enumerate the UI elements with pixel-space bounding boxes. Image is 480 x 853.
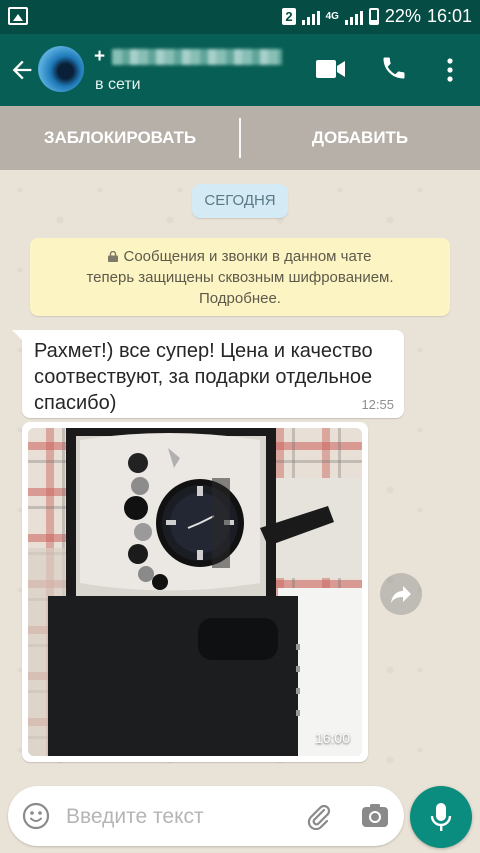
unknown-contact-actions: ЗАБЛОКИРОВАТЬ ДОБАВИТЬ [0, 106, 480, 170]
battery-percent: 22% [384, 6, 421, 26]
more-options-icon[interactable] [440, 56, 460, 84]
contact-name-prefix: + [94, 46, 107, 67]
encryption-notice-learn-more[interactable]: Подробнее. [30, 288, 450, 309]
encryption-notice-line2: теперь защищены сквозным шифрованием. [86, 269, 394, 286]
status-bar: 2 4G 22% 16:01 [0, 0, 480, 34]
emoji-icon[interactable] [22, 802, 50, 830]
date-chip: СЕГОДНЯ [192, 184, 288, 218]
forward-icon [391, 586, 411, 603]
block-button[interactable]: ЗАБЛОКИРОВАТЬ [0, 106, 240, 170]
clock: 16:01 [426, 6, 472, 26]
signal-icon [301, 9, 320, 25]
watch-gift-box-photo [28, 428, 362, 756]
contact-avatar[interactable] [38, 46, 84, 92]
back-arrow-icon[interactable] [8, 56, 36, 84]
lock-icon [108, 251, 119, 262]
gallery-notification-icon [8, 7, 28, 25]
incoming-image-message[interactable]: 16:00 [22, 422, 368, 762]
encryption-notice-line1: Сообщения и звонки в данном чате [30, 246, 450, 267]
photo-time: 16:00 [314, 730, 350, 746]
phone-call-icon[interactable] [380, 54, 408, 82]
photo-thumbnail[interactable]: 16:00 [28, 428, 362, 756]
contact-name[interactable]: + [94, 46, 283, 68]
battery-icon [368, 8, 379, 25]
redacted-phone-number [112, 48, 283, 65]
microphone-icon [430, 803, 452, 831]
encryption-notice[interactable]: Сообщения и звонки в данном чате теперь … [30, 238, 450, 316]
chat-header: + в сети [0, 34, 480, 106]
forward-button[interactable] [380, 573, 422, 615]
message-text: Рахмет!) все супер! Цена и качество соот… [34, 340, 373, 414]
voice-record-button[interactable] [410, 786, 472, 848]
status-right: 2 4G 22% 16:01 [282, 6, 472, 27]
attach-icon[interactable] [304, 802, 332, 830]
camera-icon[interactable] [360, 801, 390, 831]
signal-icon-2 [344, 9, 363, 25]
incoming-message[interactable]: Рахмет!) все супер! Цена и качество соот… [12, 330, 404, 418]
message-time: 12:55 [361, 397, 394, 412]
message-input[interactable] [64, 798, 290, 836]
video-call-icon[interactable] [316, 58, 346, 80]
contact-status: в сети [95, 76, 141, 93]
add-contact-button[interactable]: ДОБАВИТЬ [240, 106, 480, 170]
message-composer [8, 786, 404, 846]
chat-area[interactable]: СЕГОДНЯ Сообщения и звонки в данном чате… [0, 170, 480, 778]
sim-badge: 2 [282, 8, 296, 25]
network-type: 4G [325, 10, 339, 22]
